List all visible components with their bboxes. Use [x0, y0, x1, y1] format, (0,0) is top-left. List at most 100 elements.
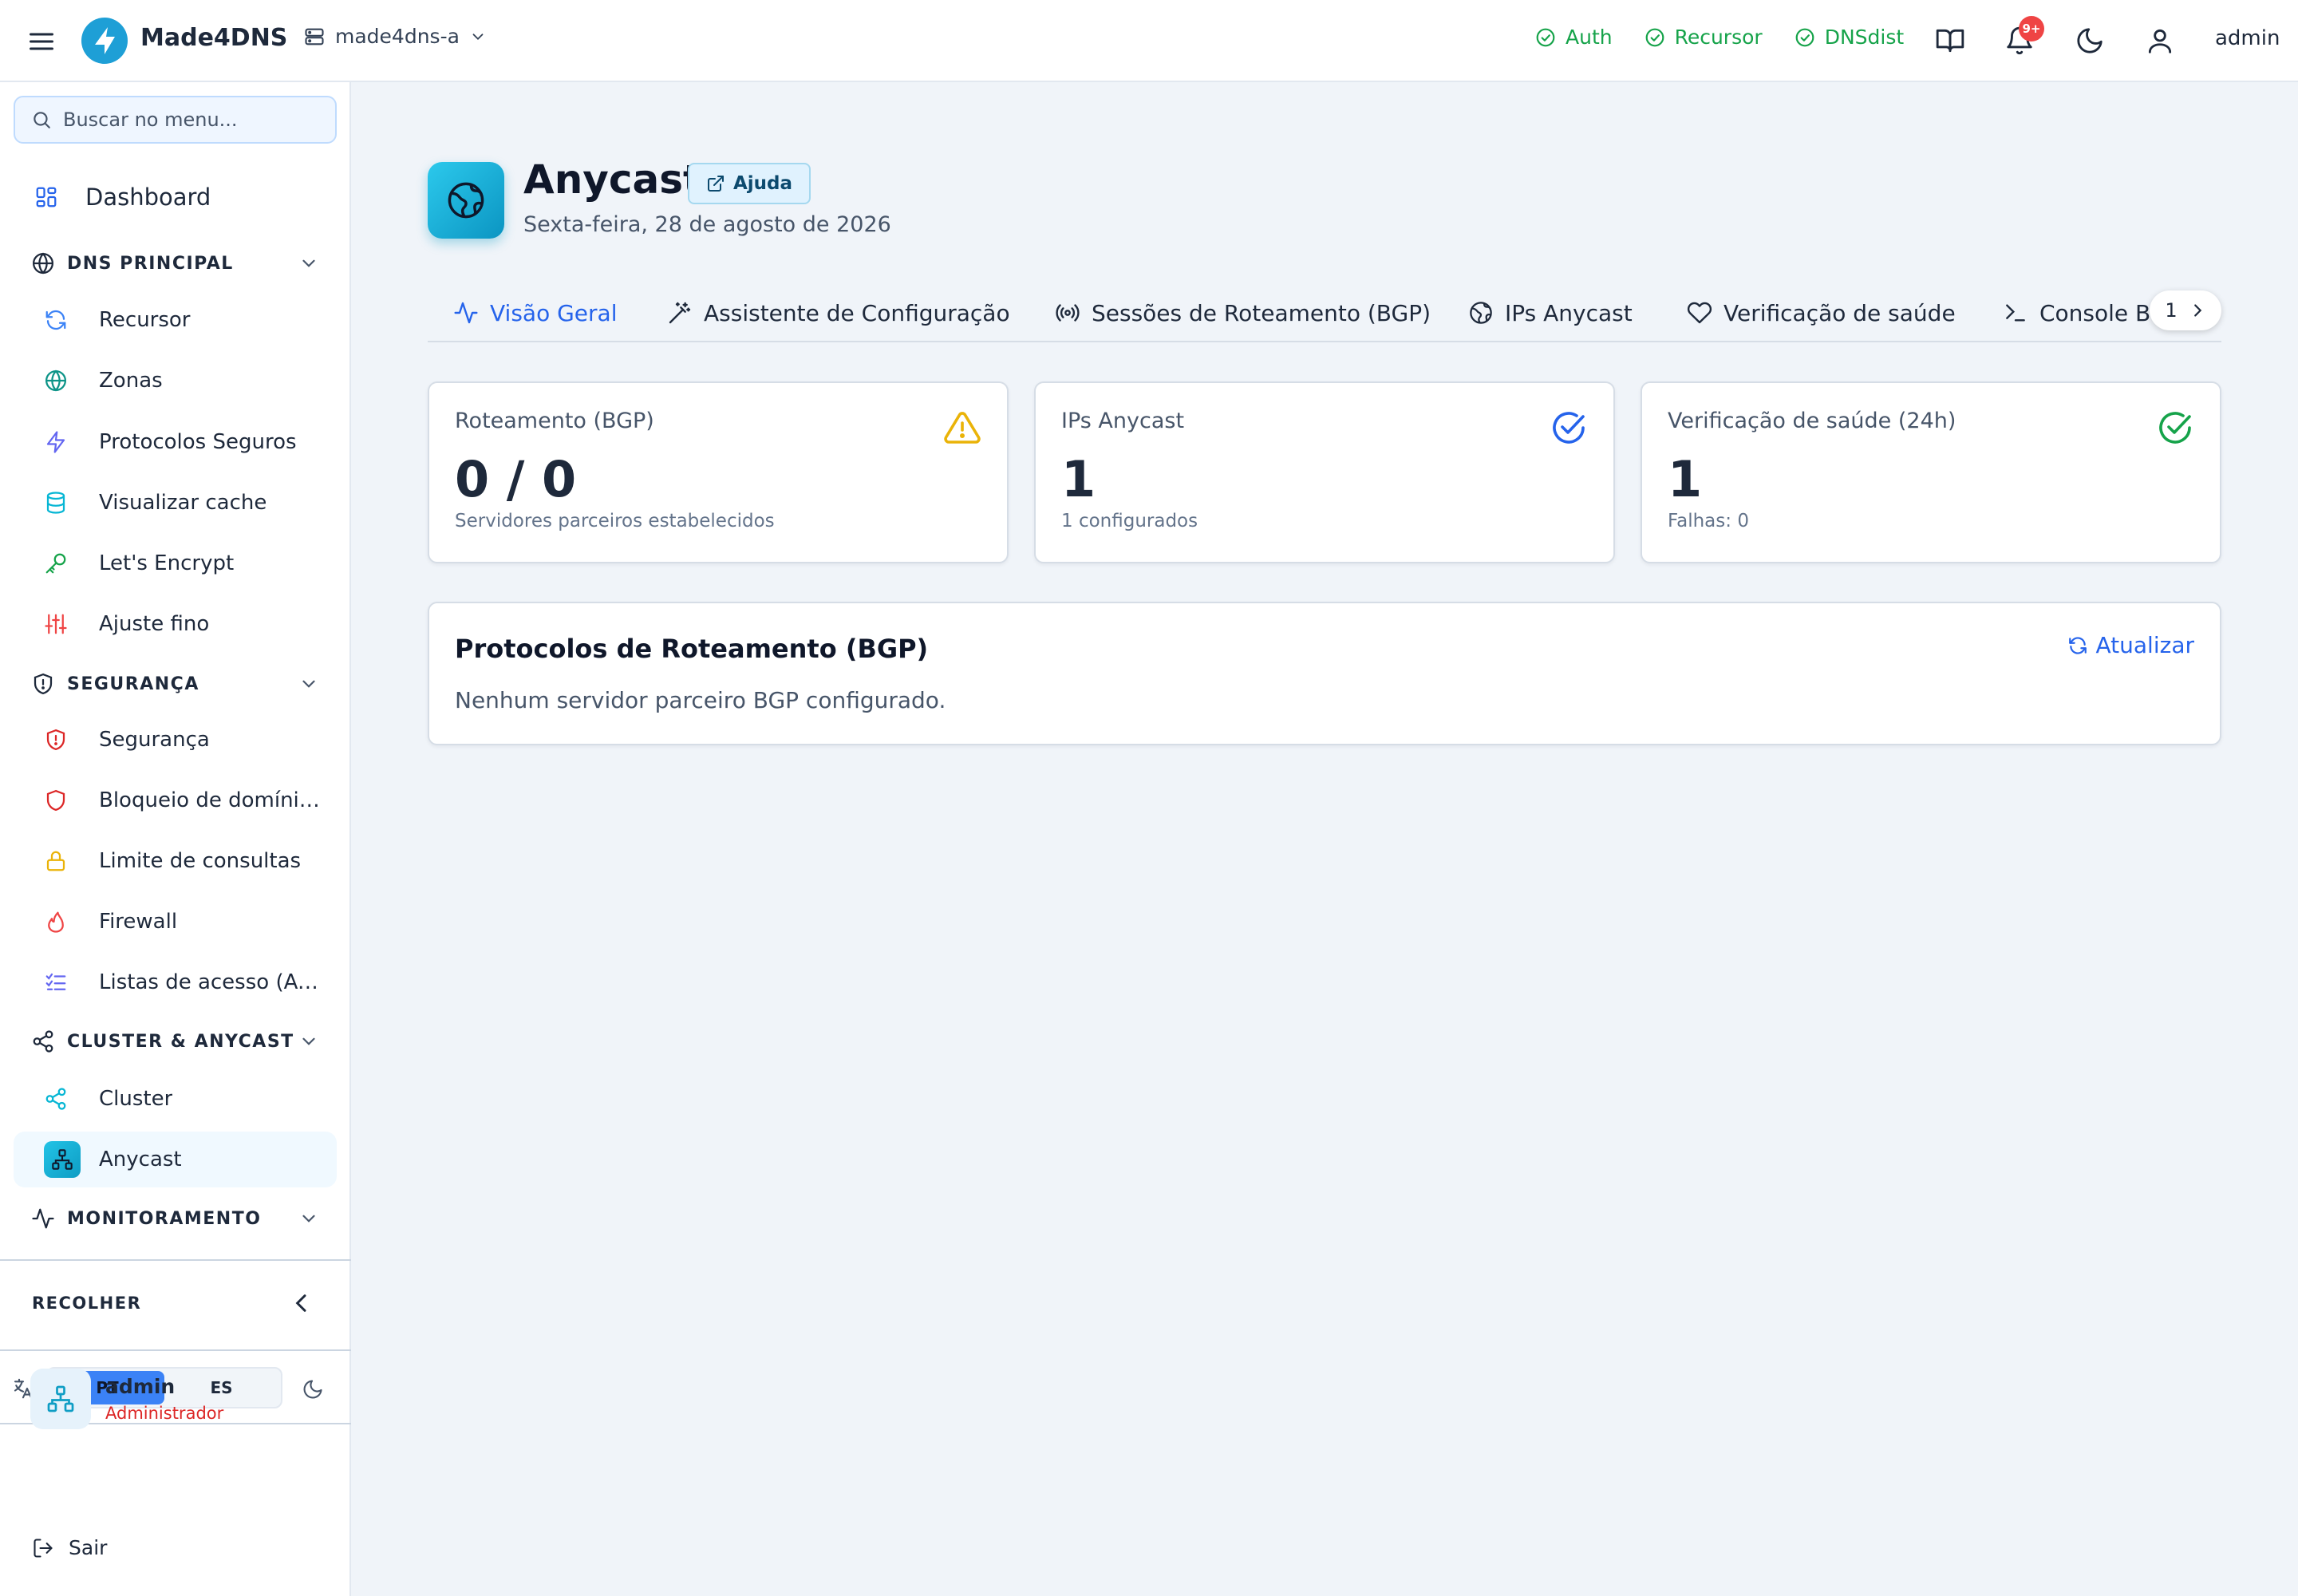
globe-icon — [31, 251, 55, 275]
sidebar-item-recursor[interactable]: Recursor — [14, 292, 337, 348]
empty-state-text: Nenhum servidor parceiro BGP configurado… — [455, 687, 946, 713]
lock-icon — [44, 849, 68, 873]
user-icon[interactable] — [2145, 26, 2175, 56]
lightning-icon — [44, 430, 68, 454]
app-logo-icon[interactable] — [81, 18, 128, 64]
chevron-down-icon — [298, 1208, 319, 1229]
service-status-group: Auth Recursor DNSdist — [1535, 26, 1904, 49]
refresh-icon — [44, 308, 68, 332]
sidebar-item-label: Dashboard — [85, 184, 211, 211]
sidebar-item-seguranca[interactable]: Segurança — [14, 712, 337, 768]
shield-alert-icon — [31, 672, 55, 696]
terminal-icon — [2003, 300, 2028, 326]
tab-ips-anycast[interactable]: IPs Anycast — [1468, 283, 1633, 341]
user-role: Administrador — [105, 1404, 224, 1423]
globe-icon — [1468, 300, 1494, 326]
server-selector[interactable]: made4dns-a — [303, 25, 487, 48]
logout-button[interactable]: Sair — [32, 1536, 107, 1559]
sidebar-item-label: Let's Encrypt — [99, 551, 235, 575]
sidebar-item-protocolos-seguros[interactable]: Protocolos Seguros — [14, 414, 337, 470]
refresh-icon — [2067, 635, 2088, 656]
globe-icon — [44, 369, 68, 393]
logout-label: Sair — [69, 1536, 108, 1559]
sidebar-item-label: Zonas — [99, 369, 163, 393]
sidebar-item-label: Limite de consultas — [99, 849, 302, 873]
activity-icon — [453, 300, 479, 326]
section-monitoramento[interactable]: MONITORAMENTO — [14, 1195, 337, 1242]
status-dnsdist[interactable]: DNSdist — [1795, 26, 1904, 49]
section-label: CLUSTER & ANYCAST — [67, 1031, 294, 1052]
refresh-label: Atualizar — [2095, 632, 2194, 658]
external-link-icon — [706, 174, 725, 193]
list-check-icon — [44, 970, 68, 994]
hamburger-menu-icon[interactable] — [27, 27, 56, 56]
sidebar-item-label: Recursor — [99, 308, 191, 332]
stat-subtext: 1 configurados — [1061, 511, 1198, 531]
tab-verificacao-saude[interactable]: Verificação de saúde — [1687, 283, 1956, 341]
user-card[interactable]: admin Administrador — [30, 1369, 334, 1440]
collapse-label: RECOLHER — [32, 1294, 142, 1313]
globe-icon — [428, 162, 504, 239]
sidebar-item-zonas[interactable]: Zonas — [14, 353, 337, 409]
heart-icon — [1687, 300, 1712, 326]
moon-icon[interactable] — [2075, 26, 2105, 56]
section-cluster-anycast[interactable]: CLUSTER & ANYCAST — [14, 1017, 337, 1065]
top-user-name[interactable]: admin — [2215, 26, 2280, 50]
sidebar-item-label: Visualizar cache — [99, 491, 267, 515]
search-input[interactable] — [63, 109, 326, 131]
database-icon — [44, 491, 68, 515]
page-title: Anycast — [523, 156, 702, 203]
tab-label: Verificação de saúde — [1724, 299, 1956, 326]
sidebar-item-visualizar-cache[interactable]: Visualizar cache — [14, 475, 337, 531]
sidebar-item-label: Anycast — [99, 1148, 182, 1171]
status-recursor[interactable]: Recursor — [1645, 26, 1763, 49]
sidebar-item-label: Bloqueio de domínios — [99, 788, 322, 812]
collapse-sidebar-button[interactable]: RECOLHER — [0, 1259, 351, 1347]
sidebar-item-lets-encrypt[interactable]: Let's Encrypt — [14, 535, 337, 591]
sidebar-item-firewall[interactable]: Firewall — [14, 894, 337, 950]
app-brand[interactable]: Made4DNS — [140, 24, 287, 52]
section-label: SEGURANÇA — [67, 674, 199, 694]
section-label: DNS PRINCIPAL — [67, 253, 234, 274]
stat-card-ips-anycast: IPs Anycast 1 1 configurados — [1034, 381, 1615, 563]
status-label: Auth — [1566, 26, 1613, 49]
sidebar-item-bloqueio-dominios[interactable]: Bloqueio de domínios — [14, 772, 337, 828]
tab-scroll-button[interactable]: 1 — [2150, 290, 2221, 330]
stat-card-roteamento: Roteamento (BGP) 0 / 0 Servidores parcei… — [428, 381, 1009, 563]
sidebar-item-limite-consultas[interactable]: Limite de consultas — [14, 833, 337, 889]
status-auth[interactable]: Auth — [1535, 26, 1613, 49]
book-open-icon[interactable] — [1935, 26, 1965, 56]
sidebar-item-anycast[interactable]: Anycast — [14, 1132, 337, 1187]
search-icon — [31, 109, 52, 130]
sidebar-item-label: Listas de acesso (ACL) — [99, 970, 322, 994]
status-label: DNSdist — [1824, 26, 1905, 49]
chevron-down-icon — [298, 1031, 319, 1052]
check-circle-icon — [1535, 27, 1556, 48]
stat-subtext: Servidores parceiros estabelecidos — [455, 511, 775, 531]
sidebar-item-dashboard[interactable]: Dashboard — [14, 169, 337, 225]
shield-alert-icon — [44, 728, 68, 752]
stat-subtext: Falhas: 0 — [1668, 511, 1749, 531]
tab-assistente-configuracao[interactable]: Assistente de Configuração — [667, 283, 1010, 341]
share-nodes-icon — [44, 1087, 68, 1111]
section-seguranca[interactable]: SEGURANÇA — [14, 660, 337, 708]
stat-card-verificacao-saude: Verificação de saúde (24h) 1 Falhas: 0 — [1641, 381, 2221, 563]
stat-label: Roteamento (BGP) — [455, 409, 654, 433]
tab-visao-geral[interactable]: Visão Geral — [428, 283, 642, 341]
network-icon — [44, 1141, 81, 1178]
section-dns-principal[interactable]: DNS PRINCIPAL — [14, 239, 337, 287]
sidebar-item-cluster[interactable]: Cluster — [14, 1071, 337, 1127]
refresh-button[interactable]: Atualizar — [2067, 632, 2194, 658]
stat-value: 1 — [1668, 450, 1703, 508]
stat-value: 0 / 0 — [455, 450, 577, 508]
chevron-down-icon — [298, 674, 319, 694]
avatar — [30, 1369, 91, 1429]
sidebar-item-listas-acesso[interactable]: Listas de acesso (ACL) — [14, 954, 337, 1010]
sidebar-item-label: Protocolos Seguros — [99, 430, 297, 454]
tab-label: Sessões de Roteamento (BGP) — [1092, 299, 1431, 326]
key-icon — [44, 551, 68, 575]
stat-value: 1 — [1061, 450, 1096, 508]
help-button[interactable]: Ajuda — [688, 163, 811, 204]
sidebar-item-ajuste-fino[interactable]: Ajuste fino — [14, 596, 337, 652]
tab-sessoes-bgp[interactable]: Sessões de Roteamento (BGP) — [1055, 283, 1431, 341]
